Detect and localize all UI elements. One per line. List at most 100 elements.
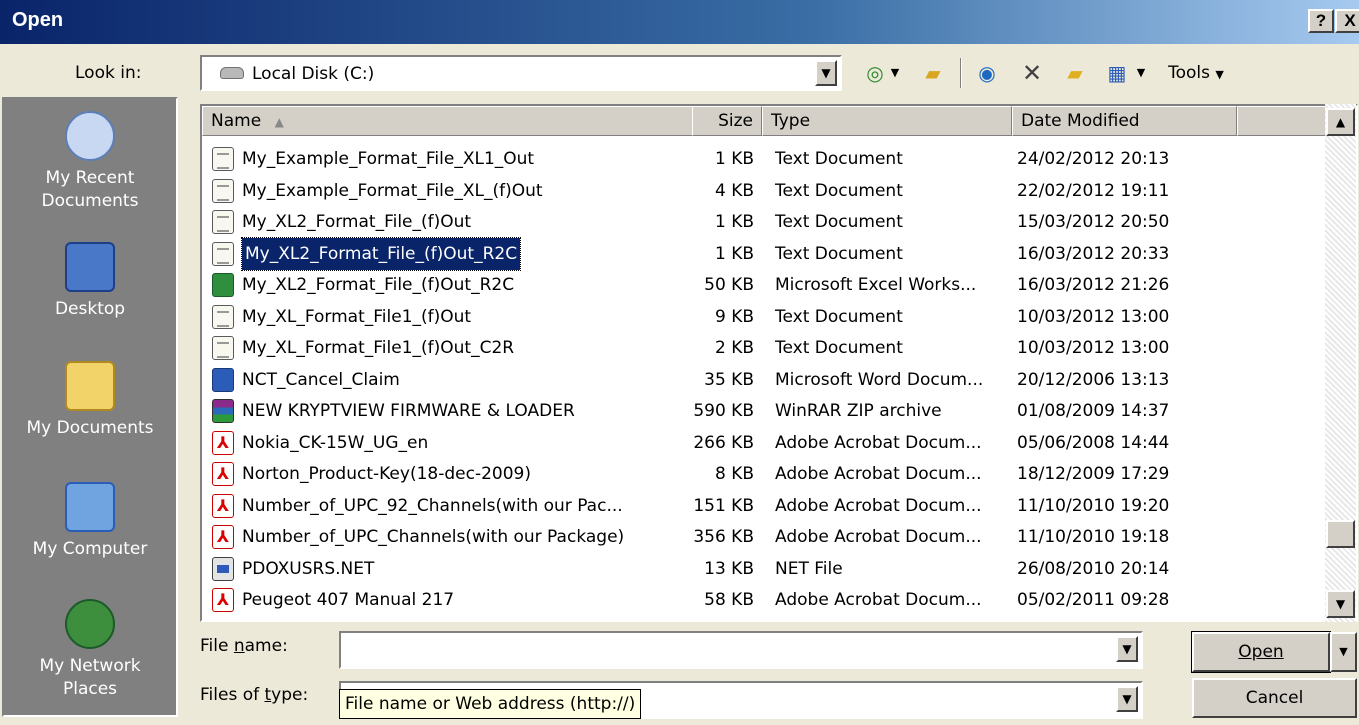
tools-label: Tools: [1168, 63, 1210, 83]
file-type-cell: Adobe Acrobat Docum...: [775, 590, 982, 610]
file-list[interactable]: Name ▲ Size Type Date Modified My_Exampl…: [200, 104, 1358, 622]
delete-icon[interactable]: ✕: [1018, 58, 1046, 88]
cancel-button[interactable]: Cancel: [1192, 678, 1357, 718]
look-in-combo[interactable]: Local Disk (C:) ▼: [200, 55, 842, 91]
column-header-date[interactable]: Date Modified: [1012, 106, 1237, 136]
file-date-cell: 15/03/2012 20:50: [1017, 212, 1170, 232]
scroll-up-icon[interactable]: ▲: [1326, 108, 1355, 136]
file-icon: [212, 462, 234, 486]
tools-dropdown-icon: ▼: [1215, 68, 1224, 81]
views-icon[interactable]: ▦: [1102, 58, 1132, 88]
file-date-cell: 10/03/2012 13:00: [1017, 338, 1170, 358]
title-bar: Open ? X: [0, 0, 1359, 44]
place-desktop[interactable]: Desktop: [4, 242, 176, 321]
file-size-cell: 50 KB: [704, 275, 754, 295]
column-header-size[interactable]: Size: [692, 106, 762, 136]
file-icon: [212, 430, 234, 455]
file-icon: [212, 210, 234, 234]
file-size-cell: 590 KB: [693, 401, 754, 421]
back-icon[interactable]: ◎: [862, 58, 888, 88]
file-size-cell: 151 KB: [693, 495, 754, 516]
file-name-cell: NEW KRYPTVIEW FIRMWARE & LOADER: [242, 401, 575, 421]
file-date-cell: 10/03/2012 13:00: [1017, 306, 1170, 327]
file-name-cell: Norton_Product-Key(18-dec-2009): [242, 464, 531, 484]
scroll-down-icon[interactable]: ▼: [1326, 590, 1355, 618]
file-date-cell: 11/10/2010 19:20: [1017, 495, 1170, 516]
desktop-icon: [65, 242, 115, 292]
table-row[interactable]: Number_of_UPC_92_Channels(with our Pac..…: [202, 490, 1327, 522]
table-row[interactable]: Peugeot 407 Manual 217 58 KB Adobe Acrobat…: [202, 584, 1327, 616]
file-date-cell: 11/10/2010 19:18: [1017, 527, 1170, 547]
address-tooltip: File name or Web address (http://): [339, 689, 642, 719]
views-dropdown-icon[interactable]: ▼: [1135, 58, 1147, 88]
scroll-thumb[interactable]: [1326, 520, 1355, 548]
file-name-input[interactable]: ▼: [339, 631, 1143, 669]
file-type-cell: Adobe Acrobat Docum...: [775, 432, 982, 453]
table-row[interactable]: NCT_Cancel_Claim 35 KB Microsoft Word Docu…: [202, 364, 1327, 396]
table-row[interactable]: My_XL2_Format_File_(f)Out_R2C 50 KB Micros…: [202, 269, 1327, 301]
file-date-cell: 22/02/2012 19:11: [1017, 180, 1170, 201]
open-label: Open: [1238, 642, 1284, 662]
places-bar: My Recent Documents Desktop My Documents…: [2, 97, 178, 717]
open-dropdown-arrow[interactable]: ▼: [1330, 632, 1357, 672]
look-in-label: Look in:: [75, 63, 142, 83]
file-icon: [212, 273, 234, 297]
local-disk-icon: [220, 67, 244, 79]
file-size-cell: 8 KB: [714, 464, 754, 484]
back-dropdown-icon[interactable]: ▼: [888, 58, 902, 88]
search-web-icon[interactable]: ◉: [972, 58, 1002, 88]
file-name-cell: My_Example_Format_File_XL_(f)Out: [242, 180, 543, 201]
column-header-type[interactable]: Type: [762, 106, 1012, 136]
close-button[interactable]: X: [1335, 9, 1359, 33]
file-type-cell: Text Document: [775, 212, 903, 232]
file-date-cell: 24/02/2012 20:13: [1017, 149, 1170, 169]
file-size-cell: 58 KB: [704, 590, 754, 610]
table-row[interactable]: My_XL2_Format_File_(f)Out 1 KB Text Docume…: [202, 206, 1327, 238]
table-row[interactable]: My_XL_Format_File1_(f)Out 9 KB Text Docume…: [202, 301, 1327, 333]
file-size-cell: 266 KB: [693, 432, 754, 453]
file-size-cell: 2 KB: [714, 338, 754, 358]
file-type-label: Files of type:: [200, 685, 309, 705]
table-row[interactable]: Norton_Product-Key(18-dec-2009) 8 KB Adobe…: [202, 458, 1327, 490]
look-in-dropdown-arrow[interactable]: ▼: [815, 60, 837, 86]
file-type-cell: NET File: [775, 558, 843, 579]
file-name-cell: PDOXUSRS.NET: [242, 558, 375, 579]
table-row[interactable]: Number_of_UPC_Channels(with our Package)…: [202, 521, 1327, 553]
file-size-cell: 1 KB: [714, 243, 754, 264]
file-name-cell: Number_of_UPC_92_Channels(with our Pac..…: [242, 495, 623, 516]
file-date-cell: 16/03/2012 21:26: [1017, 275, 1170, 295]
file-type-cell: Adobe Acrobat Docum...: [775, 527, 982, 547]
table-row[interactable]: Nokia_CK-15W_UG_en 266 KB Adobe Acrobat Do…: [202, 427, 1327, 459]
tools-menu[interactable]: Tools ▼: [1156, 58, 1236, 88]
file-name-cell: My_XL_Format_File1_(f)Out: [242, 306, 472, 327]
file-icon: [212, 147, 234, 171]
file-name-cell: My_Example_Format_File_XL1_Out: [242, 149, 535, 169]
place-my-network-places[interactable]: My Network Places: [4, 599, 176, 701]
file-type-dropdown-arrow[interactable]: ▼: [1116, 686, 1138, 712]
file-size-cell: 35 KB: [704, 369, 754, 390]
place-my-documents[interactable]: My Documents: [4, 361, 176, 440]
file-type-cell: Microsoft Excel Works...: [775, 275, 977, 295]
table-row[interactable]: My_Example_Format_File_XL1_Out 1 KB Text D…: [202, 143, 1327, 175]
file-date-cell: 26/08/2010 20:14: [1017, 558, 1170, 579]
table-row[interactable]: My_XL_Format_File1_(f)Out_C2R 2 KB Text Do…: [202, 332, 1327, 364]
place-my-recent-documents[interactable]: My Recent Documents: [4, 111, 176, 213]
file-date-cell: 16/03/2012 20:33: [1017, 243, 1170, 264]
place-my-computer[interactable]: My Computer: [4, 482, 176, 561]
file-name-label: File name:: [200, 636, 288, 656]
vertical-scrollbar[interactable]: ▲ ▼: [1325, 104, 1356, 622]
new-folder-icon[interactable]: ▰: [1060, 58, 1090, 88]
file-size-cell: 356 KB: [693, 527, 754, 547]
table-row[interactable]: My_XL2_Format_File_(f)Out_R2C 1 KB Text Do…: [202, 236, 1327, 271]
file-name-dropdown-arrow[interactable]: ▼: [1116, 636, 1138, 662]
file-type-cell: Microsoft Word Docum...: [775, 369, 984, 390]
table-row[interactable]: My_Example_Format_File_XL_(f)Out 4 KB Text…: [202, 175, 1327, 207]
file-date-cell: 05/06/2008 14:44: [1017, 432, 1170, 453]
table-row[interactable]: PDOXUSRS.NET 13 KB NET File 26/08/2010 20:1…: [202, 553, 1327, 585]
up-folder-icon[interactable]: ▰: [918, 58, 948, 88]
file-date-cell: 05/02/2011 09:28: [1017, 590, 1170, 610]
open-button[interactable]: Open: [1191, 631, 1331, 673]
help-button[interactable]: ?: [1308, 9, 1334, 33]
table-row[interactable]: NEW KRYPTVIEW FIRMWARE & LOADER 590 KB Win…: [202, 395, 1327, 427]
column-header-name[interactable]: Name ▲: [202, 106, 762, 136]
